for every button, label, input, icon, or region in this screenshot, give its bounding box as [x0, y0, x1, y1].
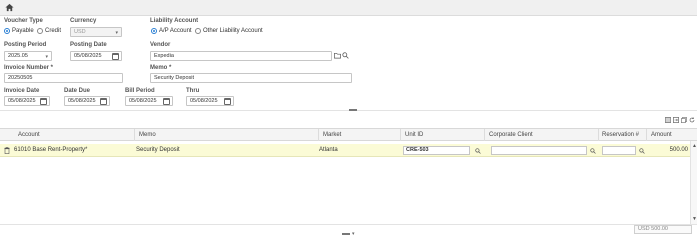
column-separator[interactable]	[646, 129, 647, 141]
posting-period-select[interactable]: 2025.05 ▾	[4, 51, 52, 61]
date-due-value: 05/08/2025	[68, 98, 96, 104]
liability-ap-radio[interactable]	[151, 28, 157, 34]
column-separator[interactable]	[318, 129, 319, 141]
top-toolbar	[0, 0, 697, 16]
column-header-reservation[interactable]: Reservation #	[602, 132, 639, 138]
date-due-label: Date Due	[64, 88, 91, 94]
voucher-type-label: Voucher Type	[4, 18, 43, 24]
currency-select: USD ▾	[70, 27, 122, 37]
corporate-client-input[interactable]	[491, 146, 587, 155]
posting-date-label: Posting Date	[70, 42, 107, 48]
posting-period-label: Posting Period	[4, 42, 47, 48]
reservation-input[interactable]	[602, 146, 636, 155]
scroll-down-icon[interactable]: ▼	[692, 216, 697, 222]
calendar-icon[interactable]	[100, 98, 107, 105]
thru-label: Thru	[186, 88, 200, 94]
column-header-corporate-client[interactable]: Corporate Client	[489, 132, 533, 138]
search-icon[interactable]	[639, 148, 645, 154]
thru-input[interactable]: 05/08/2025	[186, 96, 234, 106]
table-row[interactable]: 61010 Base Rent-Property* Security Depos…	[0, 144, 690, 157]
bill-period-value: 05/08/2025	[129, 98, 157, 104]
invoice-date-input[interactable]: 05/08/2025	[4, 96, 50, 106]
splitter-handle[interactable]	[349, 109, 357, 111]
voucher-type-credit-radio[interactable]	[37, 28, 43, 34]
invoice-number-value: 20250505	[8, 75, 33, 81]
bill-period-input[interactable]: 05/08/2025	[125, 96, 173, 106]
invoice-date-value: 05/08/2025	[8, 98, 36, 104]
bill-period-label: Bill Period	[125, 88, 155, 94]
posting-period-value: 2025.05	[8, 53, 28, 59]
voucher-type-payable-label[interactable]: Payable	[12, 28, 34, 34]
column-separator[interactable]	[134, 129, 135, 141]
trash-icon[interactable]	[4, 147, 10, 154]
voucher-type-credit-label[interactable]: Credit	[45, 28, 61, 34]
thru-value: 05/08/2025	[190, 98, 218, 104]
grid-footer-divider	[0, 224, 697, 225]
chevron-down-icon: ▾	[45, 54, 48, 60]
scroll-up-icon[interactable]: ▲	[692, 143, 697, 149]
memo-input[interactable]: Security Deposit	[150, 73, 352, 83]
cell-memo[interactable]: Security Deposit	[136, 147, 180, 153]
currency-label: Currency	[70, 18, 97, 24]
currency-value: USD	[74, 29, 86, 35]
invoice-number-label: Invoice Number *	[4, 65, 54, 71]
column-separator[interactable]	[484, 129, 485, 141]
cell-unit-id: CRE-503	[406, 147, 429, 153]
column-header-memo[interactable]: Memo	[139, 132, 156, 138]
calendar-icon[interactable]	[40, 98, 47, 105]
date-due-input[interactable]: 05/08/2025	[64, 96, 110, 106]
grid-header: Account Memo Market Unit ID Corporate Cl…	[0, 128, 697, 141]
cell-amount[interactable]: 500.00	[670, 147, 688, 153]
chevron-down-icon: ▾	[115, 30, 118, 36]
search-icon[interactable]	[342, 52, 349, 59]
invoice-date-label: Invoice Date	[4, 88, 40, 94]
home-icon[interactable]	[5, 3, 14, 12]
columns-icon[interactable]	[665, 117, 671, 123]
liability-account-label: Liability Account	[150, 18, 199, 24]
cell-market[interactable]: Atlanta	[319, 147, 338, 153]
calendar-icon[interactable]	[163, 98, 170, 105]
cell-account[interactable]: 61010 Base Rent-Property*	[14, 147, 87, 153]
column-separator[interactable]	[400, 129, 401, 141]
liability-ap-label[interactable]: A/P Account	[159, 28, 192, 34]
export-icon[interactable]	[673, 117, 679, 123]
column-separator[interactable]	[598, 129, 599, 141]
voucher-type-payable-radio[interactable]	[4, 28, 10, 34]
chevron-down-icon[interactable]: ▾	[352, 231, 355, 237]
posting-date-value: 05/08/2025	[74, 53, 102, 59]
unit-id-input[interactable]: CRE-503	[403, 146, 470, 155]
copy-icon[interactable]	[681, 117, 687, 123]
column-header-market[interactable]: Market	[323, 132, 341, 138]
liability-other-radio[interactable]	[195, 28, 201, 34]
vendor-input[interactable]: Expedia	[150, 51, 332, 61]
grid-scrollbar[interactable]: ▲ ▼	[690, 141, 697, 224]
folder-icon[interactable]	[334, 52, 341, 59]
calendar-icon[interactable]	[224, 98, 231, 105]
vendor-label: Vendor	[150, 42, 171, 48]
liability-other-label[interactable]: Other Liability Account	[203, 28, 263, 34]
column-header-amount[interactable]: Amount	[651, 132, 672, 138]
grid-total: USD 500.00	[634, 225, 692, 234]
search-icon[interactable]	[590, 148, 596, 154]
posting-date-input[interactable]: 05/08/2025	[70, 51, 122, 61]
calendar-icon[interactable]	[112, 53, 119, 60]
invoice-number-input[interactable]: 20250505	[4, 73, 123, 83]
column-header-account[interactable]: Account	[18, 132, 40, 138]
refresh-icon[interactable]	[689, 117, 695, 123]
vendor-value: Expedia	[154, 53, 174, 59]
search-icon[interactable]	[475, 148, 481, 154]
memo-label: Memo *	[150, 65, 172, 71]
column-header-unit-id[interactable]: Unit ID	[405, 132, 423, 138]
memo-value: Security Deposit	[154, 75, 195, 81]
splitter-handle[interactable]	[342, 233, 350, 235]
